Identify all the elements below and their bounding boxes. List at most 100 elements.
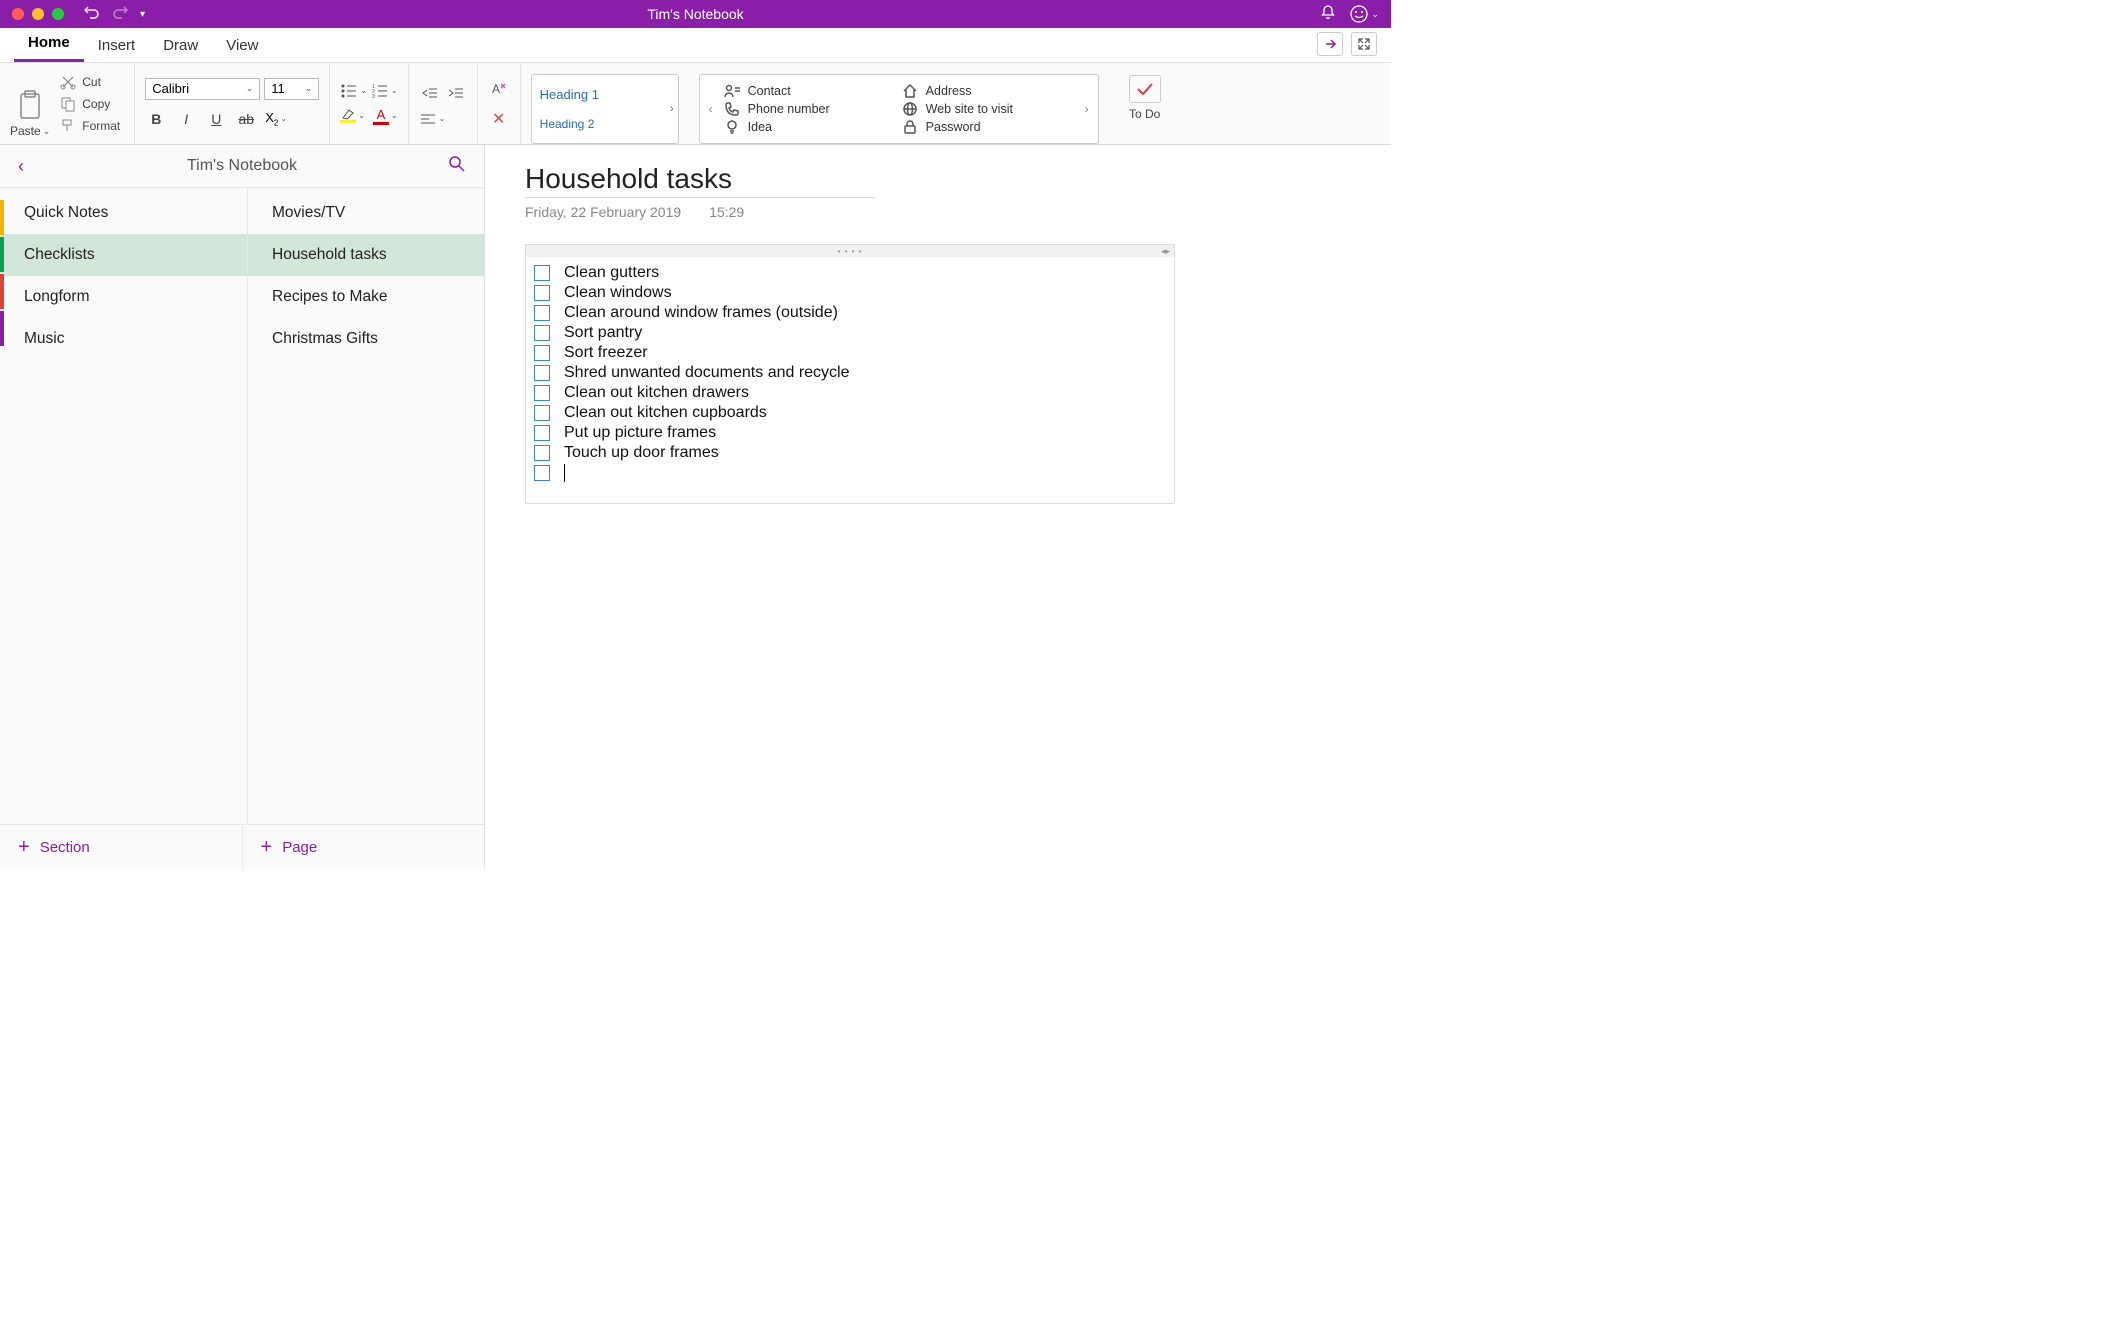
font-family-select[interactable]: Calibri⌄ bbox=[145, 78, 260, 100]
close-window-button[interactable] bbox=[12, 8, 24, 20]
minimize-window-button[interactable] bbox=[32, 8, 44, 20]
task-checkbox[interactable] bbox=[534, 465, 550, 481]
heading1-style[interactable]: Heading 1 bbox=[540, 87, 670, 102]
task-item[interactable]: Clean windows bbox=[534, 283, 1166, 303]
align-button[interactable]: ⌄ bbox=[419, 112, 446, 126]
customize-qat-button[interactable]: ▾ bbox=[140, 9, 145, 20]
section-item[interactable]: Checklists bbox=[0, 234, 247, 276]
fullscreen-button[interactable] bbox=[1351, 32, 1377, 56]
highlight-button[interactable]: ⌄ bbox=[340, 108, 365, 123]
indent-button[interactable] bbox=[445, 82, 467, 104]
notebook-title[interactable]: Tim's Notebook bbox=[187, 157, 297, 175]
tag-contact[interactable]: Contact bbox=[724, 83, 896, 99]
tag-phone-number[interactable]: Phone number bbox=[724, 101, 896, 117]
page-item[interactable]: Christmas Gifts bbox=[248, 318, 484, 360]
strikethrough-button[interactable]: ab bbox=[235, 108, 257, 130]
task-text[interactable]: Sort pantry bbox=[564, 324, 642, 342]
task-item-empty[interactable] bbox=[534, 463, 1166, 483]
task-item[interactable]: Shred unwanted documents and recycle bbox=[534, 363, 1166, 383]
delete-button[interactable]: ✕ bbox=[488, 108, 510, 130]
paste-button[interactable]: Paste⌄ bbox=[10, 69, 50, 138]
task-checkbox[interactable] bbox=[534, 425, 550, 441]
page-time[interactable]: 15:29 bbox=[709, 204, 744, 220]
outdent-button[interactable] bbox=[419, 82, 441, 104]
section-color-tab[interactable] bbox=[0, 311, 4, 346]
heading2-style[interactable]: Heading 2 bbox=[540, 117, 670, 131]
task-checkbox[interactable] bbox=[534, 445, 550, 461]
task-text[interactable]: Touch up door frames bbox=[564, 444, 719, 462]
task-checkbox[interactable] bbox=[534, 365, 550, 381]
cut-button[interactable]: Cut bbox=[56, 72, 124, 92]
page-date[interactable]: Friday, 22 February 2019 bbox=[525, 204, 681, 220]
styles-more-button[interactable]: › bbox=[670, 103, 674, 115]
back-button[interactable]: ‹ bbox=[18, 156, 24, 177]
section-color-tab[interactable] bbox=[0, 274, 4, 309]
task-text[interactable]: Shred unwanted documents and recycle bbox=[564, 364, 850, 382]
task-text[interactable]: Put up picture frames bbox=[564, 424, 716, 442]
task-item[interactable]: Touch up door frames bbox=[534, 443, 1166, 463]
tag-address[interactable]: Address bbox=[902, 83, 1074, 99]
italic-button[interactable]: I bbox=[175, 108, 197, 130]
page-item[interactable]: Recipes to Make bbox=[248, 276, 484, 318]
section-item[interactable]: Music bbox=[0, 318, 247, 360]
task-checkbox[interactable] bbox=[534, 265, 550, 281]
underline-button[interactable]: U bbox=[205, 108, 227, 130]
section-item[interactable]: Quick Notes bbox=[0, 192, 247, 234]
redo-button[interactable] bbox=[112, 5, 128, 24]
subscript-button[interactable]: X2⌄ bbox=[265, 110, 287, 128]
share-button[interactable] bbox=[1317, 32, 1343, 56]
page-item[interactable]: Household tasks bbox=[248, 234, 484, 276]
task-text[interactable]: Clean out kitchen cupboards bbox=[564, 404, 767, 422]
tag-idea[interactable]: Idea bbox=[724, 119, 896, 135]
task-item[interactable]: Clean gutters bbox=[534, 263, 1166, 283]
task-checkbox[interactable] bbox=[534, 385, 550, 401]
task-text[interactable]: Clean around window frames (outside) bbox=[564, 304, 838, 322]
task-checkbox[interactable] bbox=[534, 305, 550, 321]
task-item[interactable]: Put up picture frames bbox=[534, 423, 1166, 443]
tags-prev-button[interactable]: ‹ bbox=[704, 102, 718, 116]
tag-password[interactable]: Password bbox=[902, 119, 1074, 135]
page-canvas[interactable]: Household tasks Friday, 22 February 2019… bbox=[485, 145, 1391, 869]
task-checkbox[interactable] bbox=[534, 405, 550, 421]
font-size-select[interactable]: 11⌄ bbox=[264, 78, 319, 100]
undo-button[interactable] bbox=[84, 5, 100, 24]
add-page-button[interactable]: +Page bbox=[243, 825, 485, 869]
copy-button[interactable]: Copy bbox=[56, 94, 124, 114]
task-text[interactable]: Sort freezer bbox=[564, 344, 648, 362]
task-item[interactable]: Clean out kitchen cupboards bbox=[534, 403, 1166, 423]
task-item[interactable]: Sort freezer bbox=[534, 343, 1166, 363]
note-container[interactable]: • • • • ◂▸ Clean guttersClean windowsCle… bbox=[525, 244, 1175, 504]
page-item[interactable]: Movies/TV bbox=[248, 192, 484, 234]
bold-button[interactable]: B bbox=[145, 108, 167, 130]
maximize-window-button[interactable] bbox=[52, 8, 64, 20]
styles-gallery[interactable]: Heading 1 Heading 2 › bbox=[531, 74, 679, 144]
task-text[interactable]: Clean windows bbox=[564, 284, 672, 302]
tab-home[interactable]: Home bbox=[14, 26, 84, 62]
task-item[interactable]: Clean around window frames (outside) bbox=[534, 303, 1166, 323]
task-checkbox[interactable] bbox=[534, 345, 550, 361]
account-icon[interactable]: ⌄ bbox=[1350, 5, 1379, 23]
format-painter-button[interactable]: Format bbox=[56, 116, 124, 136]
tab-insert[interactable]: Insert bbox=[84, 29, 150, 62]
tab-draw[interactable]: Draw bbox=[149, 29, 212, 62]
task-item[interactable]: Sort pantry bbox=[534, 323, 1166, 343]
task-text[interactable]: Clean out kitchen drawers bbox=[564, 384, 749, 402]
section-color-tab[interactable] bbox=[0, 200, 4, 235]
section-color-tab[interactable] bbox=[0, 237, 4, 272]
task-text[interactable]: Clean gutters bbox=[564, 264, 659, 282]
clear-formatting-button[interactable]: A bbox=[488, 78, 510, 100]
todo-tag-button[interactable] bbox=[1129, 75, 1161, 103]
task-item[interactable]: Clean out kitchen drawers bbox=[534, 383, 1166, 403]
section-item[interactable]: Longform bbox=[0, 276, 247, 318]
notifications-icon[interactable] bbox=[1320, 4, 1336, 25]
task-checkbox[interactable] bbox=[534, 285, 550, 301]
bullet-list-button[interactable]: ⌄ bbox=[340, 83, 367, 99]
numbered-list-button[interactable]: 123⌄ bbox=[371, 83, 398, 99]
add-section-button[interactable]: +Section bbox=[0, 825, 243, 869]
tab-view[interactable]: View bbox=[212, 29, 272, 62]
font-color-button[interactable]: A⌄ bbox=[373, 107, 398, 125]
tag-web-site-to-visit[interactable]: Web site to visit bbox=[902, 101, 1074, 117]
tags-next-button[interactable]: › bbox=[1080, 102, 1094, 116]
page-title[interactable]: Household tasks bbox=[525, 163, 1351, 195]
search-icon[interactable] bbox=[448, 155, 466, 178]
